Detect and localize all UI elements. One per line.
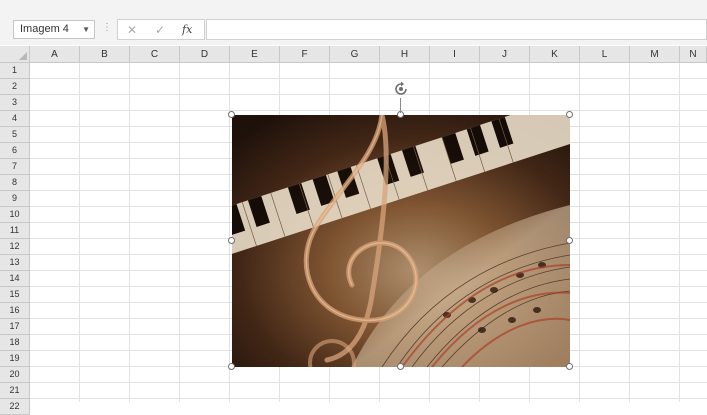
row-header[interactable]: 17 [0, 319, 30, 335]
row-header[interactable]: 5 [0, 127, 30, 143]
resize-handle-top-left[interactable] [228, 111, 235, 118]
column-header[interactable]: L [580, 46, 630, 63]
row-header[interactable]: 15 [0, 287, 30, 303]
insert-function-icon[interactable]: fx [182, 22, 192, 38]
row-header[interactable]: 6 [0, 143, 30, 159]
row-header[interactable]: 13 [0, 255, 30, 271]
column-header[interactable]: H [380, 46, 430, 63]
rotate-handle-icon[interactable] [393, 81, 409, 97]
formula-buttons: ✕ ✓ fx [117, 19, 205, 40]
row-header[interactable]: 20 [0, 367, 30, 383]
column-header[interactable]: D [180, 46, 230, 63]
row-header[interactable]: 7 [0, 159, 30, 175]
column-header[interactable]: N [680, 46, 707, 63]
resize-grip-icon[interactable]: ⋮ [102, 21, 112, 35]
name-box[interactable]: Imagem 4 ▼ [13, 20, 95, 39]
row-header[interactable]: 2 [0, 79, 30, 95]
formula-input[interactable] [206, 19, 707, 40]
select-all-button[interactable] [0, 46, 30, 63]
column-header[interactable]: J [480, 46, 530, 63]
row-header[interactable]: 10 [0, 207, 30, 223]
name-box-value: Imagem 4 [20, 23, 69, 35]
ribbon-edge [0, 0, 707, 12]
column-header[interactable]: G [330, 46, 380, 63]
row-header[interactable]: 18 [0, 335, 30, 351]
column-header[interactable]: I [430, 46, 480, 63]
resize-handle-right[interactable] [566, 237, 573, 244]
row-header[interactable]: 12 [0, 239, 30, 255]
column-header[interactable]: E [230, 46, 280, 63]
rotate-connector [400, 98, 401, 113]
row-header[interactable]: 9 [0, 191, 30, 207]
chevron-down-icon[interactable]: ▼ [82, 21, 90, 38]
row-header[interactable]: 11 [0, 223, 30, 239]
enter-icon[interactable]: ✓ [155, 22, 165, 38]
column-header[interactable]: F [280, 46, 330, 63]
row-header[interactable]: 8 [0, 175, 30, 191]
column-header[interactable]: A [30, 46, 80, 63]
column-header[interactable]: C [130, 46, 180, 63]
resize-handle-bottom-right[interactable] [566, 363, 573, 370]
resize-handle-top-right[interactable] [566, 111, 573, 118]
picture-graphic [232, 115, 570, 367]
column-header[interactable]: M [630, 46, 680, 63]
row-header[interactable]: 1 [0, 63, 30, 79]
row-header[interactable]: 21 [0, 383, 30, 399]
cancel-icon[interactable]: ✕ [127, 22, 137, 38]
picture-music[interactable] [232, 115, 570, 367]
resize-handle-bottom-left[interactable] [228, 363, 235, 370]
select-all-triangle-icon [19, 52, 27, 60]
row-header[interactable]: 22 [0, 399, 30, 415]
row-header[interactable]: 19 [0, 351, 30, 367]
row-header[interactable]: 4 [0, 111, 30, 127]
row-header[interactable]: 14 [0, 271, 30, 287]
column-header[interactable]: K [530, 46, 580, 63]
resize-handle-left[interactable] [228, 237, 235, 244]
column-header[interactable]: B [80, 46, 130, 63]
row-header[interactable]: 3 [0, 95, 30, 111]
row-header[interactable]: 16 [0, 303, 30, 319]
resize-handle-bottom[interactable] [397, 363, 404, 370]
